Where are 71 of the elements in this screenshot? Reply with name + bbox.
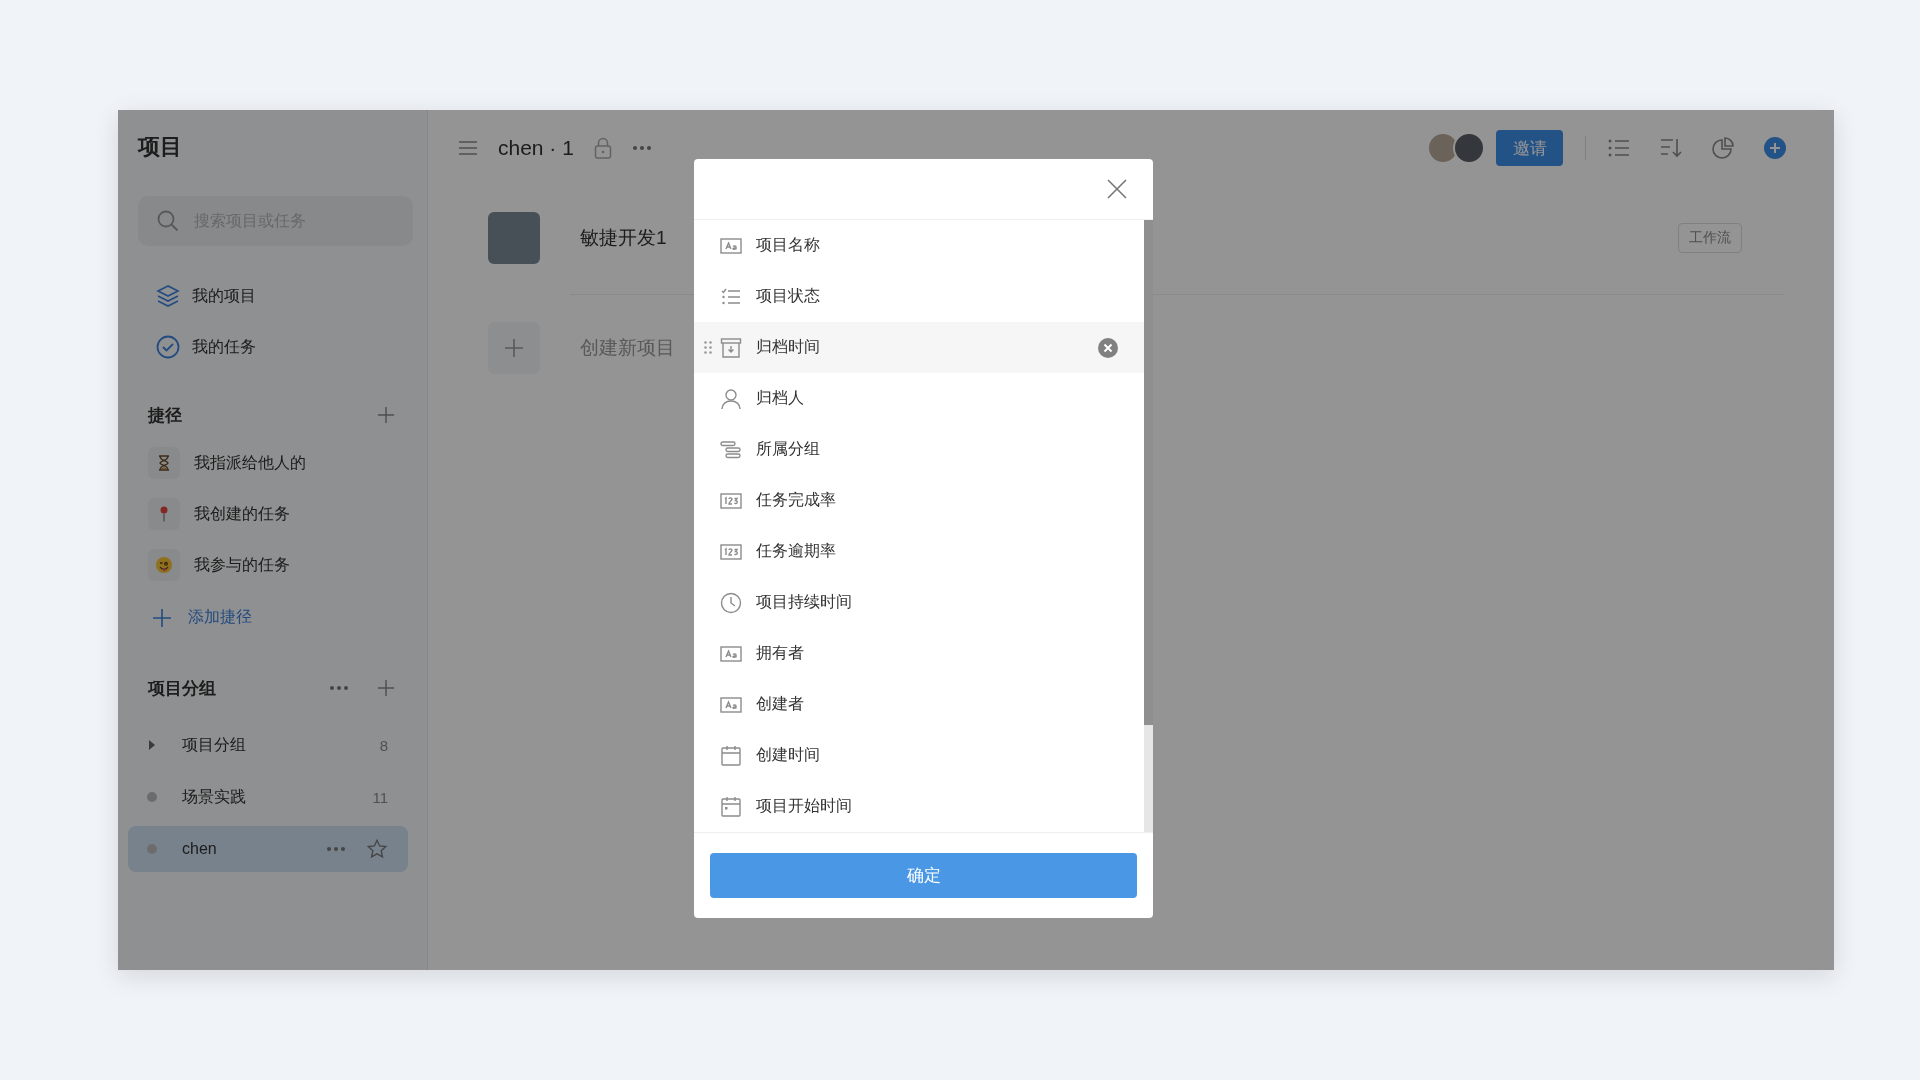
nav-item[interactable]: 我的项目: [156, 284, 256, 308]
archive-box-icon: [720, 337, 742, 358]
field-row[interactable]: 创建时间: [694, 730, 1144, 781]
stacked-bars-icon: [720, 440, 742, 459]
text-field-icon: [720, 645, 742, 662]
text-field-icon: [720, 696, 742, 713]
more-icon[interactable]: [326, 846, 346, 852]
pie-chart-icon[interactable]: [1712, 137, 1734, 159]
number-field-icon: [720, 492, 742, 509]
winking-face-icon: [154, 555, 174, 575]
project-group-item[interactable]: 项目分组 8: [128, 722, 408, 768]
lock-icon[interactable]: [593, 137, 612, 159]
text-field-icon: [720, 237, 742, 254]
close-icon[interactable]: [1107, 179, 1127, 199]
project-group-item[interactable]: 场景实践 11: [128, 774, 408, 820]
field-row[interactable]: 项目开始时间: [694, 781, 1144, 832]
shortcut-item[interactable]: 我指派给他人的: [148, 447, 306, 479]
project-title: chen · 1: [498, 136, 574, 160]
item-count: 11: [372, 788, 388, 806]
field-row[interactable]: 项目持续时间: [694, 577, 1144, 628]
section-heading: 捷径: [148, 405, 182, 425]
status-dot-icon: [147, 792, 157, 802]
shortcut-item[interactable]: 我参与的任务: [148, 549, 290, 581]
shortcut-item[interactable]: 我创建的任务: [148, 498, 290, 530]
status-dot-icon: [147, 844, 157, 854]
sidebar-title: 项目: [138, 133, 182, 161]
search-icon: [156, 209, 180, 233]
nav-item[interactable]: 我的任务: [156, 335, 256, 359]
confirm-button[interactable]: 确定: [710, 853, 1137, 898]
clock-icon: [720, 591, 742, 614]
field-row[interactable]: 项目状态: [694, 271, 1144, 322]
field-row[interactable]: 所属分组: [694, 424, 1144, 475]
field-row[interactable]: 拥有者: [694, 628, 1144, 679]
list-icon[interactable]: [1608, 139, 1630, 157]
add-icon[interactable]: [377, 679, 395, 697]
caret-right-icon[interactable]: [148, 739, 156, 751]
add-icon[interactable]: [377, 406, 395, 424]
project-group-item[interactable]: chen: [128, 826, 408, 872]
remove-icon[interactable]: [1098, 337, 1118, 358]
calendar-icon: [720, 795, 742, 818]
add-circle-icon[interactable]: [1764, 137, 1786, 159]
menu-icon[interactable]: [458, 140, 478, 156]
star-icon[interactable]: [366, 838, 388, 860]
field-row[interactable]: 任务完成率: [694, 475, 1144, 526]
field-row[interactable]: 项目名称: [694, 220, 1144, 271]
create-project-button[interactable]: [488, 322, 540, 374]
scrollbar[interactable]: [1144, 220, 1153, 832]
person-icon: [720, 387, 742, 410]
field-row[interactable]: 任务逾期率: [694, 526, 1144, 577]
plus-icon[interactable]: [152, 607, 172, 628]
field-row[interactable]: 归档人: [694, 373, 1144, 424]
item-count: 8: [379, 736, 388, 754]
avatar-icon[interactable]: [1452, 131, 1486, 165]
section-heading: 项目分组: [148, 678, 216, 698]
more-icon[interactable]: [631, 145, 652, 151]
add-shortcut-link[interactable]: 添加捷径: [152, 607, 252, 628]
number-field-icon: [720, 543, 742, 560]
scrollbar-thumb[interactable]: [1144, 220, 1153, 725]
project-name[interactable]: 敏捷开发1: [580, 225, 667, 251]
field-row[interactable]: 归档时间: [694, 322, 1144, 373]
sort-icon[interactable]: [1660, 138, 1682, 158]
drag-handle-icon[interactable]: [704, 341, 712, 354]
check-circle-icon: [156, 335, 180, 359]
workflow-tag: 工作流: [1678, 223, 1742, 253]
more-icon[interactable]: [329, 685, 349, 691]
calendar-icon: [720, 744, 742, 767]
photo-placeholder: [488, 212, 540, 264]
checklist-icon: [720, 287, 742, 306]
layers-icon: [156, 284, 180, 308]
field-row[interactable]: 创建者: [694, 679, 1144, 730]
plus-icon[interactable]: [504, 338, 524, 358]
